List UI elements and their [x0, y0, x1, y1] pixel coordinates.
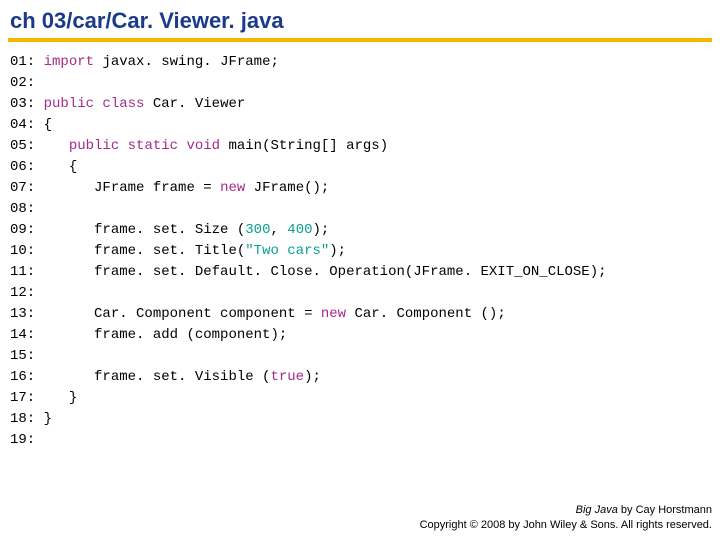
code-token: frame. set. Title( [35, 243, 245, 259]
keyword-token: public static void [69, 138, 220, 154]
line-number: 17: [10, 390, 35, 406]
code-token: JFrame(); [245, 180, 329, 196]
code-token: ); [304, 369, 321, 385]
line-number: 02: [10, 75, 35, 91]
code-line: 18: } [10, 409, 720, 430]
code-line: 17: } [10, 388, 720, 409]
code-block: 01: import javax. swing. JFrame; 02: 03: p… [0, 52, 720, 451]
keyword-token: public class [44, 96, 145, 112]
code-token: ); [313, 222, 330, 238]
footer-author: by Cay Horstmann [618, 504, 712, 516]
code-token [35, 96, 43, 112]
code-line: 01: import javax. swing. JFrame; [10, 52, 720, 73]
code-line: 05: public static void main(String[] arg… [10, 136, 720, 157]
keyword-token: import [44, 54, 94, 70]
code-token: } [35, 411, 52, 427]
code-line: 09: frame. set. Size (300, 400); [10, 220, 720, 241]
code-token [35, 54, 43, 70]
code-line: 07: JFrame frame = new JFrame(); [10, 178, 720, 199]
code-token: } [35, 390, 77, 406]
line-number: 09: [10, 222, 35, 238]
number-token: 300 [245, 222, 270, 238]
line-number: 10: [10, 243, 35, 259]
code-token: main(String[] args) [220, 138, 388, 154]
line-number: 03: [10, 96, 35, 112]
code-token: javax. swing. JFrame; [94, 54, 279, 70]
line-number: 16: [10, 369, 35, 385]
code-token: Car. Component component = [35, 306, 321, 322]
line-number: 13: [10, 306, 35, 322]
code-line: 12: [10, 283, 720, 304]
line-number: 06: [10, 159, 35, 175]
line-number: 05: [10, 138, 35, 154]
keyword-token: new [220, 180, 245, 196]
code-line: 14: frame. add (component); [10, 325, 720, 346]
title-underline [8, 38, 712, 42]
code-line: 10: frame. set. Title("Two cars"); [10, 241, 720, 262]
string-token: "Two cars" [245, 243, 329, 259]
code-token: Car. Viewer [144, 96, 245, 112]
footer-book: Big Java [576, 504, 618, 516]
code-line: 15: [10, 346, 720, 367]
line-number: 04: [10, 117, 35, 133]
code-line: 03: public class Car. Viewer [10, 94, 720, 115]
code-token: , [270, 222, 287, 238]
code-line: 13: Car. Component component = new Car. … [10, 304, 720, 325]
line-number: 07: [10, 180, 35, 196]
code-token: ); [329, 243, 346, 259]
code-token: frame. add (component); [35, 327, 287, 343]
code-token [35, 138, 69, 154]
code-token: frame. set. Visible ( [35, 369, 270, 385]
keyword-token: true [270, 369, 304, 385]
code-token: frame. set. Default. Close. Operation(JF… [35, 264, 606, 280]
code-line: 04: { [10, 115, 720, 136]
keyword-token: new [321, 306, 346, 322]
code-token: frame. set. Size ( [35, 222, 245, 238]
code-line: 11: frame. set. Default. Close. Operatio… [10, 262, 720, 283]
code-token: { [35, 159, 77, 175]
code-line: 06: { [10, 157, 720, 178]
line-number: 19: [10, 432, 35, 448]
footer-copyright: Copyright © 2008 by John Wiley & Sons. A… [420, 518, 712, 532]
code-line: 19: [10, 430, 720, 451]
line-number: 15: [10, 348, 35, 364]
number-token: 400 [287, 222, 312, 238]
code-line: 16: frame. set. Visible (true); [10, 367, 720, 388]
page-title: ch 03/car/Car. Viewer. java [0, 0, 720, 38]
line-number: 12: [10, 285, 35, 301]
line-number: 18: [10, 411, 35, 427]
line-number: 01: [10, 54, 35, 70]
line-number: 11: [10, 264, 35, 280]
code-token: Car. Component (); [346, 306, 506, 322]
code-line: 08: [10, 199, 720, 220]
code-token: JFrame frame = [35, 180, 220, 196]
footer: Big Java by Cay Horstmann Copyright © 20… [420, 503, 712, 532]
line-number: 08: [10, 201, 35, 217]
code-line: 02: [10, 73, 720, 94]
line-number: 14: [10, 327, 35, 343]
code-token: { [35, 117, 52, 133]
